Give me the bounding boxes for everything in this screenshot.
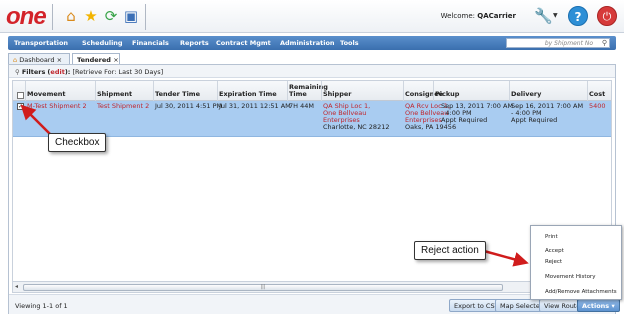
checkbox-callout: Checkbox <box>48 133 107 152</box>
nav-contract-mgmt[interactable]: Contract Mgmt <box>216 39 271 47</box>
tendered-table: Movement Shipment Tender Time Expiration… <box>12 80 612 293</box>
retrieve-for-text: [Retrieve For: Last 30 Days] <box>72 68 164 76</box>
col-divider <box>25 81 26 101</box>
col-divider <box>153 81 154 101</box>
nav-transportation[interactable]: Transportation <box>14 39 68 47</box>
col-divider <box>287 81 288 101</box>
col-remaining-line2: Time <box>289 90 307 98</box>
nav-administration[interactable]: Administration <box>280 39 335 47</box>
cell-tender-time: Jul 30, 2011 4:51 PM <box>155 102 223 110</box>
menu-item-add-remove-attachments[interactable]: Add/Remove Attachments <box>545 289 617 295</box>
tendered-panel: ⚲ Filters (edit): [Retrieve For: Last 30… <box>8 64 620 314</box>
horizontal-scrollbar[interactable]: ◂ ||| ▸ <box>13 281 611 292</box>
col-expiration-time[interactable]: Expiration Time <box>219 91 277 98</box>
col-divider <box>433 81 434 101</box>
col-divider <box>403 81 404 101</box>
col-divider <box>587 81 588 101</box>
refresh-icon[interactable]: ⟳ <box>102 7 120 25</box>
consignee-address: Oaks, PA 19456 <box>405 123 457 131</box>
col-movement[interactable]: Movement <box>27 91 66 98</box>
header-divider <box>52 4 53 30</box>
search-placeholder: by Shipment No <box>544 40 593 47</box>
nav-financials[interactable]: Financials <box>132 39 169 47</box>
cell-delivery: Sep 16, 2011 7:00 AM - 4:00 PM Appt Requ… <box>511 103 583 124</box>
col-shipper[interactable]: Shipper <box>323 91 351 98</box>
col-cost[interactable]: Cost <box>589 91 605 98</box>
cell-shipment[interactable]: Test Shipment 2 <box>97 103 149 110</box>
power-icon[interactable]: ⏻ <box>597 6 617 26</box>
col-delivery[interactable]: Delivery <box>511 91 541 98</box>
tab-tendered-label: Tendered <box>77 56 111 64</box>
welcome-text: Welcome: QACarrier <box>441 12 516 20</box>
wrench-icon[interactable]: 🔧 <box>534 7 553 25</box>
cell-cost[interactable]: 5400 <box>589 103 606 110</box>
help-icon[interactable]: ? <box>568 6 588 26</box>
welcome-user: QACarrier <box>477 12 516 20</box>
row-checkbox[interactable]: ✓ <box>17 103 24 110</box>
col-divider <box>509 81 510 101</box>
col-divider <box>95 81 96 101</box>
home-icon: ⌂ <box>13 56 18 64</box>
close-icon[interactable]: × <box>57 56 62 64</box>
actions-button[interactable]: Actions ▾ <box>577 299 620 312</box>
top-header: one ⌂ ★ ⟳ ▣ Welcome: QACarrier 🔧 ▼ ? ⏻ <box>0 0 624 33</box>
col-pickup[interactable]: Pickup <box>435 91 459 98</box>
tab-dashboard-label: Dashboard <box>19 56 55 64</box>
col-divider <box>321 81 322 101</box>
home-icon[interactable]: ⌂ <box>62 7 80 25</box>
cell-pickup: Sep 13, 2011 7:00 AM - 4:00 PM Appt Requ… <box>441 103 513 124</box>
filters-label: Filters <box>21 68 46 76</box>
cell-shipper[interactable]: QA Ship Loc 1, One Bellveau Enterprises … <box>323 103 389 131</box>
star-icon[interactable]: ★ <box>82 7 100 25</box>
scroll-left-icon[interactable]: ◂ <box>15 283 18 290</box>
close-icon[interactable]: × <box>113 56 118 64</box>
filter-icon: ⚲ <box>15 68 20 76</box>
filters-edit-link[interactable]: edit <box>50 68 64 76</box>
menu-item-reject[interactable]: Reject <box>545 259 562 265</box>
filters-paren: ): <box>64 68 71 76</box>
menu-item-accept[interactable]: Accept <box>545 248 564 254</box>
chevron-down-icon[interactable]: ▼ <box>553 12 558 19</box>
table-header: Movement Shipment Tender Time Expiration… <box>13 81 611 101</box>
menu-item-movement-history[interactable]: Movement History <box>545 274 595 280</box>
shipper-address: Charlotte, NC 28212 <box>323 123 390 131</box>
select-all-checkbox[interactable] <box>17 92 24 99</box>
menu-item-print[interactable]: Print <box>545 234 558 240</box>
nav-tools[interactable]: Tools <box>340 39 359 47</box>
table-row[interactable]: ✓ M-Test Shipment 2 Test Shipment 2 Jul … <box>13 101 611 137</box>
col-shipment[interactable]: Shipment <box>97 91 132 98</box>
main-nav: Transportation Scheduling Financials Rep… <box>8 36 616 50</box>
table-footer: Viewing 1-1 of 1 Export to CSV Map Selec… <box>9 294 620 314</box>
shipment-search-input[interactable]: by Shipment No ⚲ <box>506 38 610 48</box>
header-divider <box>145 4 146 30</box>
reject-action-callout: Reject action <box>414 241 486 260</box>
welcome-prefix: Welcome: <box>440 12 476 20</box>
filter-bar: ⚲ Filters (edit): [Retrieve For: Last 30… <box>9 65 615 78</box>
delivery-line: Appt Required <box>511 116 558 124</box>
col-tender-time[interactable]: Tender Time <box>155 91 200 98</box>
monitor-icon[interactable]: ▣ <box>122 7 140 25</box>
pickup-line: Appt Required <box>441 116 488 124</box>
viewing-count: Viewing 1-1 of 1 <box>15 302 68 310</box>
scrollbar-thumb[interactable]: ||| <box>23 284 503 291</box>
cell-expiration-time: Jul 31, 2011 12:51 AM <box>219 102 291 110</box>
nav-reports[interactable]: Reports <box>180 39 209 47</box>
nav-scheduling[interactable]: Scheduling <box>82 39 123 47</box>
search-icon[interactable]: ⚲ <box>602 39 607 47</box>
cell-remaining-time: 7H 44M <box>289 102 314 110</box>
app-logo: one <box>6 3 47 30</box>
col-divider <box>217 81 218 101</box>
actions-menu: Print Accept Reject Movement History Add… <box>530 225 622 300</box>
cell-movement[interactable]: M-Test Shipment 2 <box>27 103 87 110</box>
